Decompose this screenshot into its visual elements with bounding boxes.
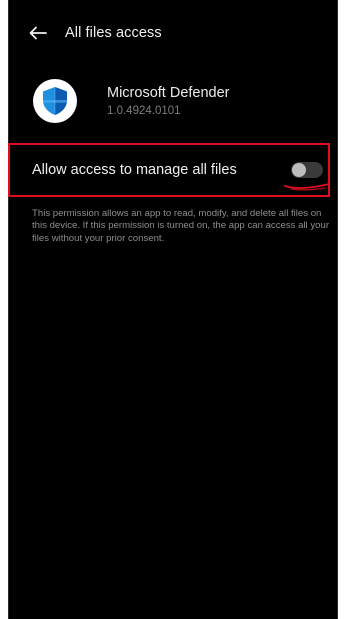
- settings-screen: All files access Microsoft Defender 1.0.…: [8, 0, 338, 619]
- arrow-left-icon: [29, 26, 47, 40]
- app-icon: [33, 79, 77, 123]
- app-text: Microsoft Defender 1.0.4924.0101: [107, 84, 230, 119]
- page-title: All files access: [65, 25, 162, 41]
- header-bar: All files access: [9, 20, 337, 46]
- back-button[interactable]: [27, 22, 49, 44]
- app-version: 1.0.4924.0101: [107, 104, 181, 117]
- defender-shield-icon: [43, 87, 67, 115]
- permission-description: This permission allows an app to read, m…: [32, 208, 330, 244]
- app-name: Microsoft Defender: [107, 84, 230, 101]
- app-info-row: Microsoft Defender 1.0.4924.0101: [33, 78, 327, 124]
- annotation-highlight-box: [8, 143, 330, 197]
